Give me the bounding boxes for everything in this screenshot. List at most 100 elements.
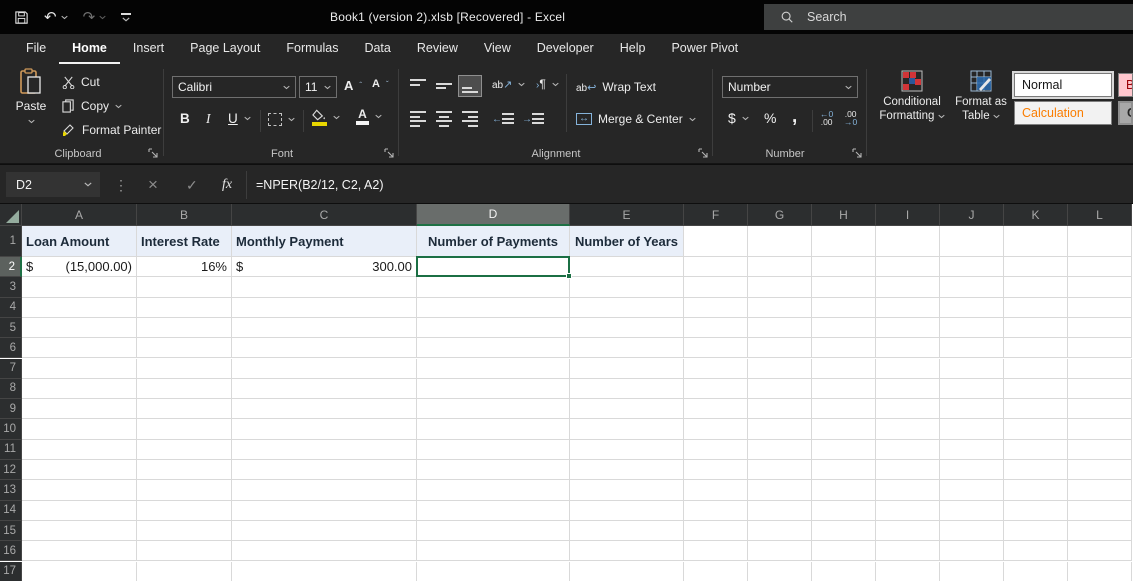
- cell-H4[interactable]: [812, 298, 876, 318]
- cell-K4[interactable]: [1004, 298, 1068, 318]
- cell-J16[interactable]: [940, 541, 1004, 561]
- cell-K3[interactable]: [1004, 277, 1068, 297]
- cell-B4[interactable]: [137, 298, 232, 318]
- cell-D14[interactable]: [417, 501, 570, 521]
- cell-D15[interactable]: [417, 521, 570, 541]
- cell-I7[interactable]: [876, 359, 940, 379]
- row-header-4[interactable]: 4: [0, 298, 22, 318]
- redo-button[interactable]: ↷: [83, 10, 107, 25]
- cell-K1[interactable]: [1004, 226, 1068, 257]
- cell-A9[interactable]: [22, 399, 137, 419]
- cell-A14[interactable]: [22, 501, 137, 521]
- cell-H3[interactable]: [812, 277, 876, 297]
- cell-A12[interactable]: [22, 460, 137, 480]
- cell-B7[interactable]: [137, 359, 232, 379]
- name-box[interactable]: D2: [6, 172, 100, 197]
- cell-E14[interactable]: [570, 501, 684, 521]
- cell-C2[interactable]: $300.00: [232, 257, 417, 277]
- cell-H8[interactable]: [812, 379, 876, 399]
- font-dialog-launcher[interactable]: [384, 148, 394, 158]
- cancel-button[interactable]: ×: [148, 165, 158, 205]
- cell-J7[interactable]: [940, 359, 1004, 379]
- cell-L17[interactable]: [1068, 562, 1132, 581]
- cell-K13[interactable]: [1004, 480, 1068, 500]
- cell-G8[interactable]: [748, 379, 812, 399]
- cell-D10[interactable]: [417, 419, 570, 439]
- orientation-button[interactable]: ab↗: [492, 77, 525, 91]
- cell-K9[interactable]: [1004, 399, 1068, 419]
- row-header-6[interactable]: 6: [0, 338, 22, 358]
- cell-D17[interactable]: [417, 562, 570, 581]
- row-header-13[interactable]: 13: [0, 480, 22, 500]
- cell-K7[interactable]: [1004, 359, 1068, 379]
- cell-E4[interactable]: [570, 298, 684, 318]
- tab-data[interactable]: Data: [351, 34, 403, 64]
- cell-J1[interactable]: [940, 226, 1004, 257]
- cell-F15[interactable]: [684, 521, 748, 541]
- cell-L15[interactable]: [1068, 521, 1132, 541]
- cell-K10[interactable]: [1004, 419, 1068, 439]
- cell-F17[interactable]: [684, 562, 748, 581]
- cell-I12[interactable]: [876, 460, 940, 480]
- cell-B1[interactable]: Interest Rate: [137, 226, 232, 257]
- cell-G1[interactable]: [748, 226, 812, 257]
- cell-K17[interactable]: [1004, 562, 1068, 581]
- save-button[interactable]: [14, 10, 29, 25]
- cell-G3[interactable]: [748, 277, 812, 297]
- cell-B5[interactable]: [137, 318, 232, 338]
- decrease-indent-button[interactable]: ←: [492, 111, 514, 125]
- row-header-2[interactable]: 2: [0, 257, 22, 277]
- cell-I8[interactable]: [876, 379, 940, 399]
- cell-I15[interactable]: [876, 521, 940, 541]
- cell-H2[interactable]: [812, 257, 876, 277]
- cell-E11[interactable]: [570, 440, 684, 460]
- font-size-combo[interactable]: 11: [299, 76, 337, 98]
- cell-G17[interactable]: [748, 562, 812, 581]
- format-painter-button[interactable]: Format Painter: [62, 123, 161, 137]
- cell-D8[interactable]: [417, 379, 570, 399]
- cell-C16[interactable]: [232, 541, 417, 561]
- cell-D4[interactable]: [417, 298, 570, 318]
- name-box-splitter[interactable]: ⋮: [114, 165, 128, 205]
- cell-G16[interactable]: [748, 541, 812, 561]
- cell-H13[interactable]: [812, 480, 876, 500]
- cell-C10[interactable]: [232, 419, 417, 439]
- cell-F13[interactable]: [684, 480, 748, 500]
- tab-power-pivot[interactable]: Power Pivot: [658, 34, 751, 64]
- cell-G4[interactable]: [748, 298, 812, 318]
- cell-K5[interactable]: [1004, 318, 1068, 338]
- cell-I4[interactable]: [876, 298, 940, 318]
- cell-K14[interactable]: [1004, 501, 1068, 521]
- align-center-button[interactable]: [432, 108, 456, 130]
- cell-J12[interactable]: [940, 460, 1004, 480]
- cell-C9[interactable]: [232, 399, 417, 419]
- cell-I6[interactable]: [876, 338, 940, 358]
- cell-L11[interactable]: [1068, 440, 1132, 460]
- cell-C7[interactable]: [232, 359, 417, 379]
- cell-J14[interactable]: [940, 501, 1004, 521]
- column-header-E[interactable]: E: [570, 204, 684, 226]
- row-header-1[interactable]: 1: [0, 226, 22, 257]
- cell-C8[interactable]: [232, 379, 417, 399]
- cell-E15[interactable]: [570, 521, 684, 541]
- cell-J11[interactable]: [940, 440, 1004, 460]
- cell-H7[interactable]: [812, 359, 876, 379]
- accounting-format-button[interactable]: $: [728, 110, 749, 126]
- tab-developer[interactable]: Developer: [524, 34, 607, 64]
- cell-B2[interactable]: 16%: [137, 257, 232, 277]
- top-align-button[interactable]: [406, 75, 430, 97]
- cell-L9[interactable]: [1068, 399, 1132, 419]
- cell-D5[interactable]: [417, 318, 570, 338]
- cell-J2[interactable]: [940, 257, 1004, 277]
- row-header-11[interactable]: 11: [0, 440, 22, 460]
- copy-button[interactable]: Copy: [62, 99, 122, 113]
- cell-B9[interactable]: [137, 399, 232, 419]
- cell-L14[interactable]: [1068, 501, 1132, 521]
- cell-I5[interactable]: [876, 318, 940, 338]
- tab-file[interactable]: File: [13, 34, 59, 64]
- format-as-table-button[interactable]: Format as Table: [952, 70, 1010, 123]
- italic-button[interactable]: I: [206, 111, 211, 127]
- alignment-dialog-launcher[interactable]: [698, 148, 708, 158]
- comma-style-button[interactable]: ,: [792, 106, 797, 128]
- tab-page-layout[interactable]: Page Layout: [177, 34, 273, 64]
